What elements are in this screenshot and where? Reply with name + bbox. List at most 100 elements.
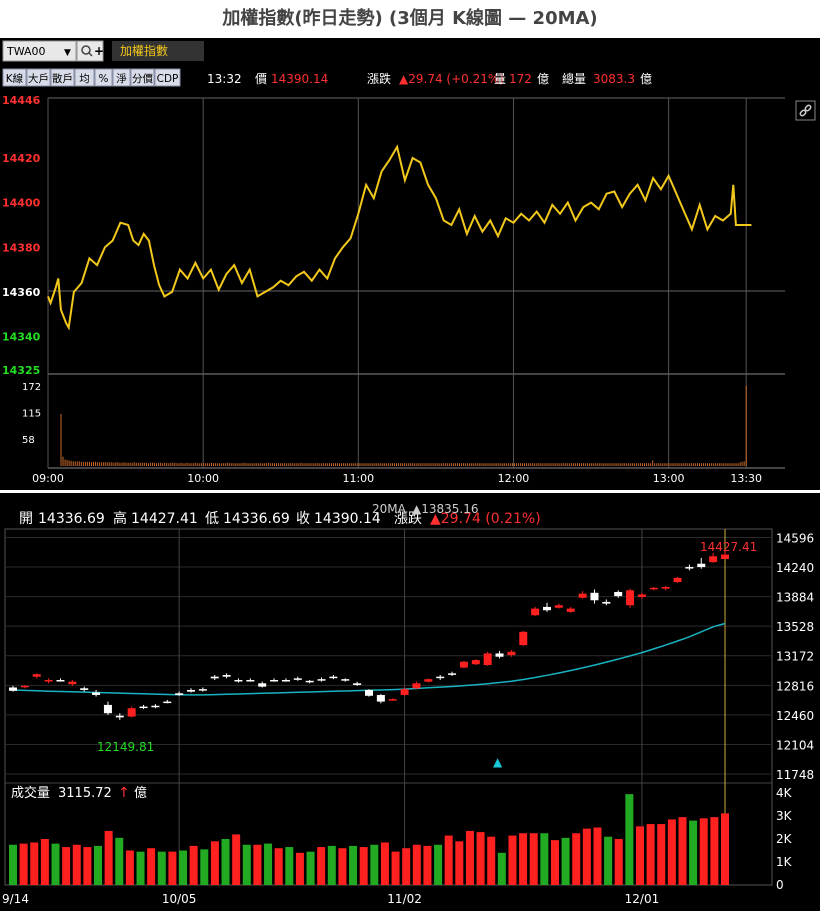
volume-bar [19,843,28,885]
volume-y-tick: 172 [22,382,41,393]
search-button[interactable]: + [76,40,104,62]
volume-y-tick: 0 [776,878,784,892]
toolbar-button-label: 散戶 [52,72,73,85]
volume-y-tick: 58 [22,435,35,446]
toolbar-button-label: K線 [6,72,24,85]
volume-bar [136,851,145,885]
volume-bar [423,845,432,885]
x-tick-label: 12:00 [498,472,530,485]
y-tick-label: 13172 [776,650,814,664]
toolbar-button-label: % [99,73,109,85]
volume-bar [455,841,464,885]
high-annotation: 14427.41 [700,540,757,554]
total-volume-unit: 億 [640,72,652,86]
volume-y-tick: 3K [776,809,793,823]
toolbar-button-2[interactable]: 散戶 [50,68,75,87]
volume-bar [285,847,294,885]
volume-bar [529,833,538,885]
toolbar-button-6[interactable]: 分價 [130,68,155,87]
total-volume-label: 總量 [562,71,586,86]
volume-bar [9,844,17,885]
high-value: 14427.41 [131,511,198,527]
x-tick-label: 13:00 [653,472,685,485]
volume-bar [349,845,358,885]
volume-bar [476,832,485,885]
volume-bar [221,839,230,885]
toolbar-button-3[interactable]: 均 [74,68,95,87]
volume-bar [189,845,198,885]
intraday-chart: TWA00 ▼ + 加權指數 K線 大戶 散戶均% 淨分價 CDP 13:32 價 14… [0,38,820,490]
volume-bar [646,824,655,885]
volume-unit: 億 [134,785,147,801]
toolbar-button-5[interactable]: 淨 [112,68,131,87]
candle [483,651,492,666]
toolbar-button-1[interactable]: 大戶 [26,68,51,87]
toolbar-button-7[interactable]: CDP [154,68,181,87]
volume-bar [264,843,273,885]
volume-bar [317,847,326,885]
volume-bar [412,844,421,885]
high-label: 高 [113,510,127,527]
volume-label: 量 [494,72,506,86]
volume-bar [157,851,166,885]
toolbar-button-0[interactable]: K線 [2,68,27,87]
add-icon: + [94,44,104,58]
volume-bar [667,819,676,885]
y-tick-label: 12816 [776,679,814,693]
time-label: 13:32 [207,72,242,86]
volume-bar [62,847,71,885]
volume-bar [497,852,506,885]
total-volume-value: 3083.3 [593,72,635,86]
toolbar-button-label: 均 [79,73,90,85]
y-tick-label: 14420 [2,152,41,165]
candle [365,689,373,697]
x-tick-label: 10/05 [162,892,197,906]
y-tick-label: 14400 [2,197,41,210]
y-tick-label: 14240 [776,561,814,575]
volume-bar [210,841,219,885]
volume-bar [232,834,241,885]
volume-bar [402,848,411,885]
kline-chart: 開 14336.69 高 14427.41 低 14336.69 收 14390… [0,493,820,911]
y-tick-label: 14325 [2,364,40,377]
chevron-down-icon: ▼ [64,48,71,58]
x-tick-label: 9/14 [2,892,29,906]
symbol-name: 加權指數 [120,43,168,58]
volume-bar [115,837,124,885]
volume-bar [635,826,644,885]
volume-bar [274,848,283,885]
volume-bar [434,844,443,885]
symbol-code: TWA00 [6,45,46,58]
y-tick-label: 14360 [2,286,41,299]
x-tick-label: 13:30 [730,472,762,485]
volume-bar [593,827,602,885]
volume-bar [179,850,188,885]
volume-bar [519,833,528,885]
volume-label: 成交量 [11,785,50,801]
low-label: 低 [205,511,219,527]
y-tick-label: 14340 [2,331,41,344]
link-button[interactable] [795,100,816,121]
symbol-selector[interactable]: TWA00 ▼ [2,40,77,62]
volume-bar [72,844,81,885]
volume-bar [327,845,336,885]
volume-bar [30,842,39,885]
volume-bar [242,844,251,885]
volume-bar [295,852,304,885]
volume-bar [465,830,474,885]
toolbar-button-4[interactable]: % [94,68,113,87]
close-label: 收 [296,511,310,527]
volume-y-tick: 115 [22,409,41,420]
toolbar-button-label: CDP [157,73,179,85]
up-marker-icon: ▲ [493,755,503,769]
volume-bar [104,830,113,885]
volume-bar [147,848,156,885]
volume-y-tick: 4K [776,786,793,800]
volume-bar [604,836,613,885]
volume-bar [380,842,389,885]
change-value: ▲29.74 (+0.21%) [399,72,504,86]
open-label: 開 [19,511,33,527]
volume-y-tick: 1K [776,855,793,869]
candle [519,631,528,646]
volume-bar [444,835,453,885]
